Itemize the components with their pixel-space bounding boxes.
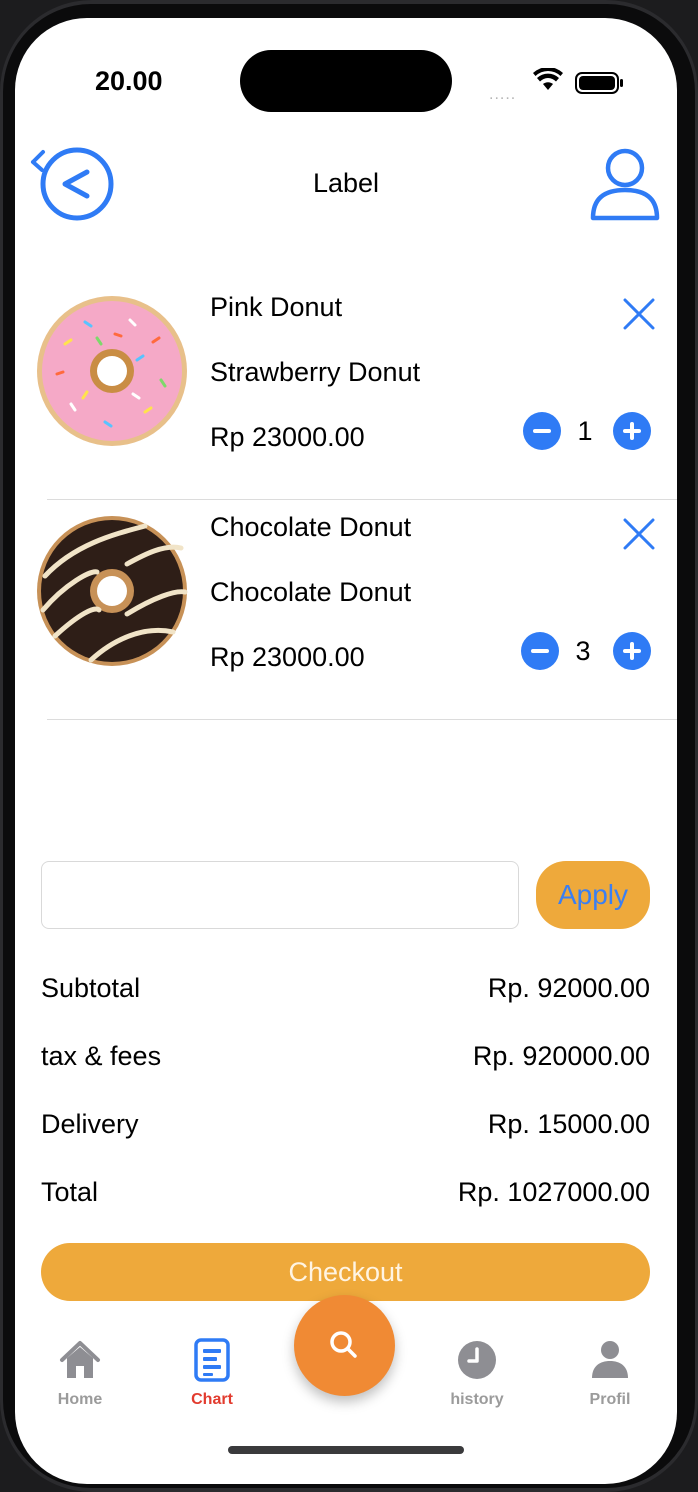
home-icon (60, 1341, 100, 1378)
decrease-quantity-button[interactable] (523, 412, 561, 450)
remove-item-button[interactable] (619, 514, 659, 554)
tab-label: Profil (589, 1391, 631, 1408)
tab-profil[interactable]: Profil (560, 1338, 660, 1418)
cellular-signal-icon: ..... (489, 86, 517, 103)
total-label: Total (41, 1177, 99, 1207)
remove-item-button[interactable] (619, 294, 659, 334)
total-value: Rp. 1027000.00 (457, 1177, 650, 1207)
document-icon (194, 1338, 230, 1382)
tab-label: Chart (191, 1391, 233, 1408)
tax-label: tax & fees (41, 1041, 162, 1071)
app-screen: 20.00 ..... Label Pink Donut Strawberry … (15, 18, 677, 1484)
search-icon (330, 1331, 357, 1358)
device-bezel: 20.00 ..... Label Pink Donut Strawberry … (3, 4, 695, 1488)
total-row: Total Rp. 1027000.00 (41, 1177, 650, 1217)
cart-item: Pink Donut Strawberry Donut Rp 23000.00 … (15, 280, 677, 500)
decrease-quantity-button[interactable] (521, 632, 559, 670)
subtotal-value: Rp. 92000.00 (487, 973, 650, 1003)
promo-code-input[interactable] (41, 861, 519, 929)
tab-home[interactable]: Home (30, 1338, 130, 1418)
dynamic-island (240, 50, 452, 112)
apply-button[interactable]: Apply (536, 861, 650, 929)
increase-quantity-button[interactable] (613, 632, 651, 670)
item-description: Strawberry Donut (210, 357, 421, 387)
subtotal-row: Subtotal Rp. 92000.00 (41, 973, 650, 1013)
item-name: Pink Donut (210, 292, 343, 322)
tab-history[interactable]: history (427, 1338, 527, 1418)
item-price: Rp 23000.00 (210, 642, 365, 672)
status-time: 20.00 (95, 66, 163, 96)
tab-label: history (450, 1391, 504, 1408)
tab-chart[interactable]: Chart (162, 1338, 262, 1418)
chocolate-donut-image (37, 516, 188, 666)
tax-value: Rp. 920000.00 (472, 1041, 650, 1071)
search-button[interactable] (294, 1295, 395, 1396)
tab-label: Home (57, 1391, 103, 1408)
tax-row: tax & fees Rp. 920000.00 (41, 1041, 650, 1081)
wifi-icon (533, 68, 563, 90)
cart-item: Chocolate Donut Chocolate Donut Rp 23000… (15, 500, 677, 720)
device-frame: 20.00 ..... Label Pink Donut Strawberry … (0, 0, 698, 1492)
battery-icon (575, 72, 623, 94)
home-indicator[interactable] (228, 1446, 464, 1454)
item-price: Rp 23000.00 (210, 422, 365, 452)
quantity-value: 3 (575, 636, 591, 666)
item-name: Chocolate Donut (210, 512, 412, 542)
pink-donut-image (37, 296, 187, 446)
checkout-button[interactable]: Checkout (41, 1243, 650, 1301)
user-profile-button[interactable] (589, 146, 665, 222)
subtotal-label: Subtotal (41, 973, 141, 1003)
person-icon (592, 1341, 628, 1378)
divider (47, 719, 677, 720)
page-title: Label (312, 168, 380, 198)
delivery-label: Delivery (41, 1109, 139, 1139)
delivery-value: Rp. 15000.00 (487, 1109, 650, 1139)
increase-quantity-button[interactable] (613, 412, 651, 450)
item-description: Chocolate Donut (210, 577, 412, 607)
clock-icon (458, 1341, 496, 1379)
delivery-row: Delivery Rp. 15000.00 (41, 1109, 650, 1149)
quantity-value: 1 (577, 416, 593, 446)
